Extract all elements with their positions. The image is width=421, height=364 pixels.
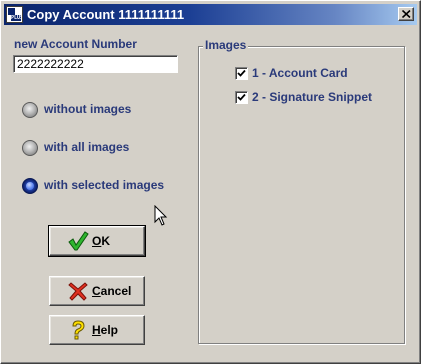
ok-button-label: OK [92,234,111,248]
image-item-label: 2 - Signature Snippet [252,90,373,104]
close-icon [402,10,411,18]
copy-account-dialog: PLUS Copy Account 1111111111 new Account… [0,0,421,364]
question-icon [72,320,85,340]
checkbox[interactable] [235,67,248,80]
images-group-title: Images [203,38,249,52]
account-number-input[interactable] [13,55,178,73]
radio-label: without images [44,102,132,116]
radio-button-selected[interactable] [22,178,38,194]
checkbox[interactable] [235,91,248,104]
account-number-label: new Account Number [14,37,137,51]
x-icon [68,282,88,301]
checkmark-icon [68,231,89,251]
ok-button[interactable]: OK [48,225,146,257]
cancel-button[interactable]: Cancel [49,276,145,306]
help-button-label: Help [92,323,119,337]
radio-label: with all images [44,140,130,154]
checkmark-icon [237,93,246,101]
image-item-label: 1 - Account Card [252,66,348,80]
radio-label: with selected images [44,178,165,192]
help-button[interactable]: Help [49,315,145,345]
cancel-button-label: Cancel [92,284,132,298]
checkmark-icon [237,69,246,77]
title-bar[interactable]: PLUS Copy Account 1111111111 [4,4,417,25]
radio-button[interactable] [22,102,38,118]
radio-button[interactable] [22,140,38,156]
window-title: Copy Account 1111111111 [27,7,185,22]
close-button[interactable] [398,7,414,21]
mouse-pointer-icon [154,205,168,226]
app-icon-square [8,8,15,15]
app-icon-plus-text: PLUS [11,15,23,21]
app-icon: PLUS [6,6,23,23]
